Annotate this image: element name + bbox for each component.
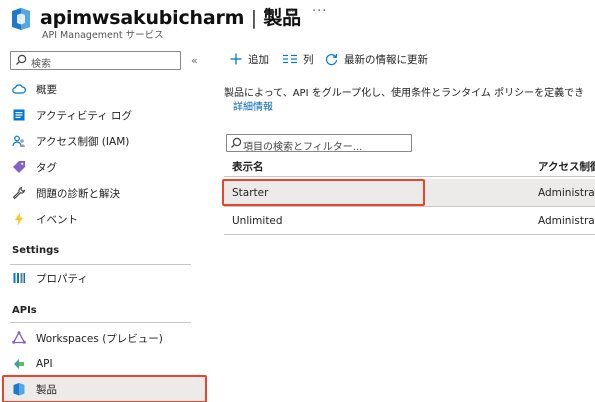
settings-divider bbox=[10, 264, 191, 265]
workspaces-icon bbox=[11, 330, 27, 346]
search-icon bbox=[231, 137, 242, 148]
sidebar-item-label: プロパティ bbox=[36, 272, 88, 285]
row-divider bbox=[224, 234, 595, 235]
sidebar-search-input[interactable]: 検索 bbox=[10, 51, 181, 70]
sidebar-item-api[interactable]: API bbox=[8, 352, 200, 376]
filter-input[interactable]: 項目の検索とフィルター... bbox=[226, 134, 412, 153]
refresh-button[interactable]: 最新の情報に更新 bbox=[325, 51, 428, 67]
products-highlight-box bbox=[2, 375, 207, 402]
filter-placeholder: 項目の検索とフィルター... bbox=[243, 142, 363, 153]
sidebar-item-label: タグ bbox=[36, 161, 57, 174]
apis-divider bbox=[10, 322, 191, 323]
sidebar-item-label: アクセス制御 (IAM) bbox=[36, 135, 130, 148]
table-header-divider bbox=[224, 176, 595, 177]
columns-button[interactable]: 列 bbox=[283, 51, 314, 67]
learn-more-link[interactable]: 詳細情報 bbox=[233, 98, 273, 113]
sidebar-item-events[interactable]: イベント bbox=[8, 207, 200, 231]
sidebar-search-placeholder: 検索 bbox=[31, 59, 51, 70]
sidebar-item-overview[interactable]: 概要 bbox=[8, 77, 200, 101]
collapse-sidebar-icon[interactable]: « bbox=[191, 54, 198, 67]
search-icon bbox=[16, 54, 27, 65]
sidebar-item-label: アクティビティ ログ bbox=[36, 109, 133, 122]
apis-section-label: APIs bbox=[12, 305, 37, 316]
columns-icon bbox=[283, 54, 297, 64]
sidebar-item-label: イベント bbox=[36, 213, 78, 226]
sidebar-item-activity-log[interactable]: アクティビティ ログ bbox=[8, 103, 200, 127]
sidebar-item-diagnose[interactable]: 問題の診断と解決 bbox=[8, 181, 200, 205]
product-name-cell[interactable]: Unlimited bbox=[232, 215, 283, 227]
access-cell: Administrato bbox=[538, 187, 595, 199]
page-header: apimwsakubicharm | 製品 ☆ ··· API Manageme… bbox=[0, 0, 595, 44]
title-separator: | bbox=[250, 7, 257, 29]
add-button-label: 追加 bbox=[248, 53, 269, 66]
sidebar-item-label: API bbox=[36, 358, 53, 370]
resource-name: apimwsakubicharm bbox=[40, 7, 245, 29]
plus-icon bbox=[230, 53, 242, 65]
products-description: 製品によって、API をグループ化し、使用条件とランタイム ポリシーを定義でき bbox=[224, 88, 585, 99]
page-title: apimwsakubicharm | 製品 bbox=[40, 3, 301, 30]
refresh-button-label: 最新の情報に更新 bbox=[344, 53, 428, 66]
sidebar-item-tags[interactable]: タグ bbox=[8, 155, 200, 179]
activity-log-icon bbox=[11, 107, 27, 123]
column-header-display-name[interactable]: 表示名 bbox=[232, 159, 264, 174]
lightning-icon bbox=[11, 211, 27, 227]
sidebar-item-label: Workspaces (プレビュー) bbox=[36, 332, 163, 345]
more-options-icon[interactable]: ··· bbox=[312, 4, 327, 19]
page-subtitle: API Management サービス bbox=[42, 30, 164, 41]
refresh-icon bbox=[325, 53, 338, 66]
tag-icon bbox=[11, 159, 27, 175]
api-management-icon bbox=[12, 8, 30, 30]
people-icon bbox=[11, 133, 27, 149]
settings-section-label: Settings bbox=[12, 245, 60, 256]
favorite-star-icon[interactable]: ☆ bbox=[285, 6, 298, 22]
starter-highlight-box bbox=[222, 179, 425, 206]
sidebar-item-iam[interactable]: アクセス制御 (IAM) bbox=[8, 129, 200, 153]
column-header-access-control[interactable]: アクセス制御 bbox=[538, 159, 595, 174]
sidebar-item-workspaces[interactable]: Workspaces (プレビュー) bbox=[8, 326, 200, 350]
wrench-icon bbox=[11, 185, 27, 201]
columns-button-label: 列 bbox=[303, 53, 314, 66]
add-button[interactable]: 追加 bbox=[230, 51, 269, 67]
access-cell: Administrato bbox=[538, 215, 595, 227]
sidebar-item-label: 概要 bbox=[36, 83, 57, 96]
sidebar-item-label: 問題の診断と解決 bbox=[36, 187, 120, 200]
cloud-icon bbox=[11, 81, 27, 97]
sidebar-item-properties[interactable]: プロパティ bbox=[8, 266, 200, 290]
properties-icon bbox=[11, 270, 27, 286]
table-row[interactable]: Unlimited Administrato bbox=[224, 207, 595, 234]
api-icon bbox=[11, 356, 27, 372]
